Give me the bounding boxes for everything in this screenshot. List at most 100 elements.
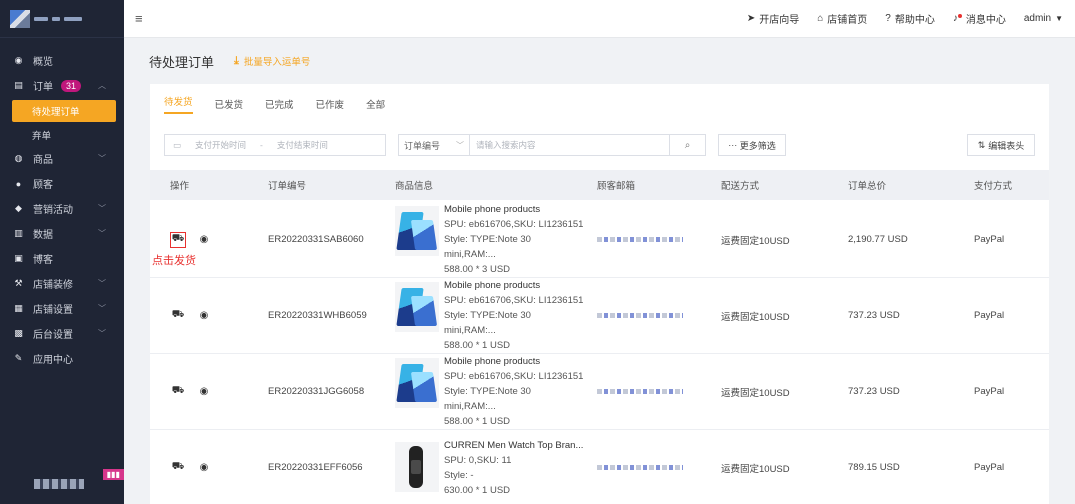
sidebar-subitem-pending-orders[interactable]: 待处理订单 [12,100,116,122]
range-separator: - [260,140,263,150]
product-style: Style: - [444,469,474,481]
row-actions: ⛟ ◉ [150,460,268,476]
header-product-info: 商品信息 [395,181,434,192]
product-name[interactable]: CURREN Men Watch Top Bran... [444,438,584,453]
product-thumbnail[interactable] [395,282,439,332]
brush-icon: ⚒ [14,278,23,288]
footer-tag: ▮▮▮ [102,469,124,480]
sidebar-item-decoration[interactable]: ⚒ 店铺装修 ﹀ [0,271,124,296]
select-value: 订单编号 [404,140,441,151]
chevron-down-icon: ﹀ [98,204,106,213]
top-link-messages[interactable]: ♪ 消息中心 [953,11,1006,26]
tab-completed[interactable]: 已完成 [265,97,294,111]
search-field-select[interactable]: 订单编号 ﹀ [398,134,470,156]
tab-all[interactable]: 全部 [366,97,385,111]
sidebar-item-orders[interactable]: ▤ 订单 31 ︿ [0,73,124,98]
payment-date-range[interactable]: ▭ 支付开始时间 - 支付结束时间 [164,134,386,156]
sidebar-subitem-label: 弃单 [32,131,52,142]
tab-shipped[interactable]: 已发货 [215,97,244,111]
product-thumbnail[interactable] [395,441,439,492]
ship-truck-icon[interactable]: ⛟ [170,460,186,476]
logo-text-blur-3 [64,16,82,21]
top-link-label: 消息中心 [965,15,1006,26]
tab-pending-shipment[interactable]: 待发货 [164,94,193,114]
product-name[interactable]: Mobile phone products [444,354,584,369]
topbar: ≡ ➤ 开店向导 ⌂ 店铺首页 ? 帮助中心 ♪ 消息中心 admin ▼ [124,0,1075,38]
header-actions: 操作 [170,181,190,192]
order-number[interactable]: ER20220331SAB6060 [268,234,395,245]
product-info: Mobile phone products SPU: eb616706,SKU:… [395,202,597,277]
product-style: Style: TYPE:Note 30 mini,RAM:... [444,310,531,336]
sidebar-subitem-label: 待处理订单 [32,107,80,118]
sidebar-item-blog[interactable]: ▣ 博客 [0,246,124,271]
batch-import-label: 批量导入运单号 [243,57,311,68]
sidebar-item-admin-settings[interactable]: ▩ 后台设置 ﹀ [0,321,124,346]
top-link-help[interactable]: ? 帮助中心 [885,11,935,26]
product-name[interactable]: Mobile phone products [444,202,584,217]
footer-logo-blur [34,479,84,489]
ship-truck-icon[interactable]: ⛟ [170,231,186,248]
sidebar-item-customers[interactable]: ● 顾客 [0,171,124,196]
table-row: ⛟ ◉ ER20220331JGG6058 Mobile phone produ… [150,354,1049,430]
gauge-icon: ◉ [14,55,23,65]
top-links: ➤ 开店向导 ⌂ 店铺首页 ? 帮助中心 ♪ 消息中心 admin ▼ [747,11,1075,26]
sidebar-subitem-abandoned[interactable]: 弃单 [0,124,124,146]
hamburger-icon[interactable]: ≡ [135,11,143,26]
eye-icon[interactable]: ◉ [196,460,212,476]
product-style: Style: TYPE:Note 30 mini,RAM:... [444,386,531,412]
sidebar-item-label: 应用中心 [33,355,73,366]
order-total: 737.23 USD [848,310,900,321]
product-price: 588.00 * 1 USD [444,416,511,427]
sidebar-item-store-settings[interactable]: ▦ 店铺设置 ﹀ [0,296,124,321]
search-input[interactable]: 请输入搜索内容 [470,134,670,156]
search-placeholder: 请输入搜索内容 [476,140,536,150]
order-count-badge: 31 [61,79,82,92]
order-number[interactable]: ER20220331JGG6058 [268,386,395,397]
more-icon: ··· [728,140,738,150]
page-title: 待处理订单 [149,54,215,70]
order-tabs: 待发货 已发货 已完成 已作废 全部 [150,84,1049,124]
shipping-method: 运费固定10USD [721,235,790,247]
top-link-shop-guide[interactable]: ➤ 开店向导 [747,11,799,26]
edit-columns-button[interactable]: ⇅ 编辑表头 [967,134,1035,156]
table-header: 操作 订单编号 商品信息 顾客邮箱 配送方式 订单总价 支付方式 [150,170,1049,200]
row-actions: ⛟ ◉ 点击发货 [150,231,268,267]
order-total: 737.23 USD [848,386,900,397]
chevron-down-icon: ﹀ [98,304,106,313]
order-number[interactable]: ER20220331WHB6059 [268,310,395,321]
more-filters-button[interactable]: ··· 更多筛选 [718,134,786,156]
product-thumbnail[interactable] [395,206,439,256]
batch-import-button[interactable]: ⤓ 批量导入运单号 [234,54,311,69]
eye-icon[interactable]: ◉ [196,232,212,248]
top-link-store-home[interactable]: ⌂ 店铺首页 [817,11,867,26]
tab-voided[interactable]: 已作废 [316,97,345,111]
sidebar-item-overview[interactable]: ◉ 概览 [0,48,124,73]
sidebar-item-data[interactable]: ▥ 数据 ﹀ [0,221,124,246]
search-button[interactable]: ⌕ [670,134,706,156]
sidebar-item-marketing[interactable]: ◆ 营销活动 ﹀ [0,196,124,221]
header-payment: 支付方式 [974,181,1013,192]
payment-method: PayPal [974,462,1005,473]
product-info: Mobile phone products SPU: eb616706,SKU:… [395,278,597,353]
product-thumbnail[interactable] [395,358,439,408]
customer-email [597,237,721,242]
sidebar-item-label: 概览 [33,57,53,68]
product-name[interactable]: Mobile phone products [444,278,584,293]
eye-icon[interactable]: ◉ [196,308,212,324]
ship-truck-icon[interactable]: ⛟ [170,308,186,324]
sidebar-item-label: 营销活动 [33,205,73,216]
user-menu[interactable]: admin ▼ [1024,13,1063,24]
sidebar-item-app-center[interactable]: ✎ 应用中心 [0,346,124,371]
sidebar-item-products[interactable]: ◍ 商品 ﹀ [0,146,124,171]
ship-truck-icon[interactable]: ⛟ [170,384,186,400]
sidebar-nav: ◉ 概览 ▤ 订单 31 ︿ 待处理订单 弃单 ◍ 商品 ﹀ ● 顾客 ◆ 营销… [0,38,124,371]
chevron-down-icon: ﹀ [98,279,106,288]
masked-email [597,389,683,394]
logo[interactable] [0,0,124,38]
app-icon: ✎ [14,353,23,363]
eye-icon[interactable]: ◉ [196,384,212,400]
header-order-no: 订单编号 [268,181,307,192]
click-to-ship-hint: 点击发货 [152,255,196,267]
order-number[interactable]: ER20220331EFF6056 [268,462,395,473]
sidebar-item-label: 数据 [33,230,53,241]
